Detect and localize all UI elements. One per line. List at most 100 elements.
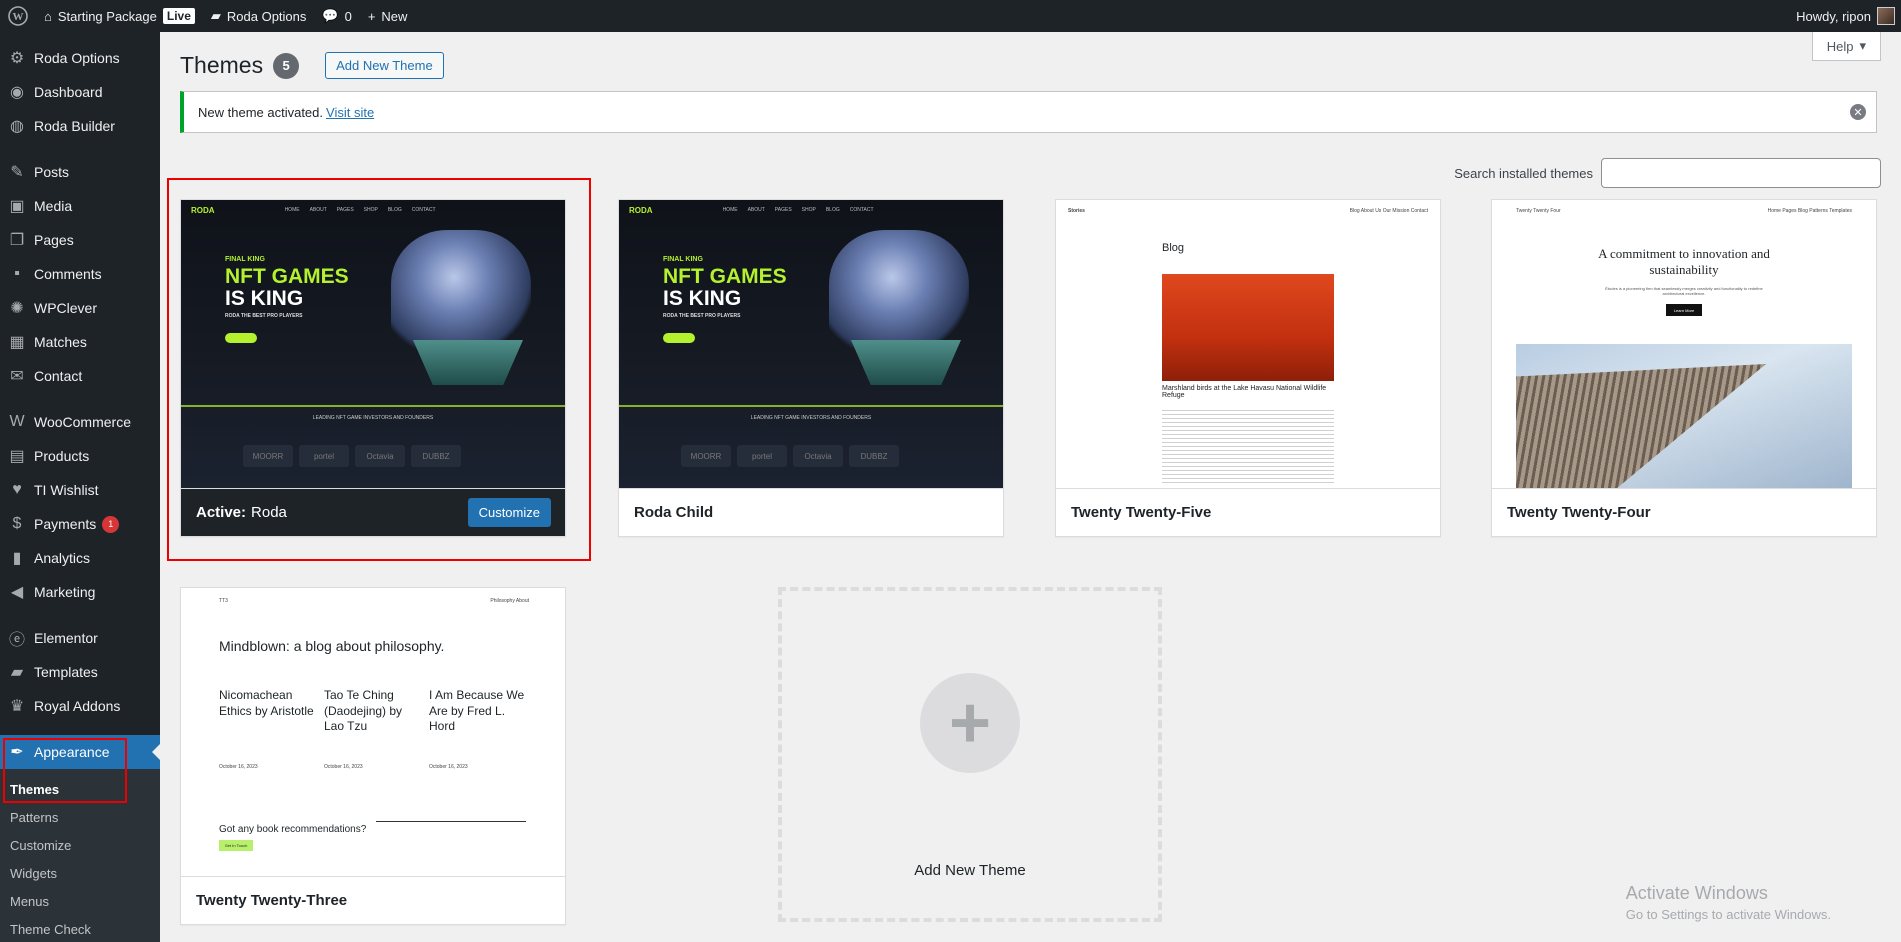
woocommerce-icon: W xyxy=(9,413,25,430)
sidebar-item-media[interactable]: ▣ Media xyxy=(0,189,160,223)
live-badge: Live xyxy=(162,8,195,24)
theme-card-roda-child[interactable]: RODA HOME ABOUT PAGES SHOP BLOG CONTACT … xyxy=(618,199,1004,537)
preview-post-title: Tao Te Ching (Daodejing) by Lao Tzu xyxy=(324,688,403,734)
submenu-widgets[interactable]: Widgets xyxy=(0,859,160,887)
sidebar-item-matches[interactable]: ▦ Matches xyxy=(0,325,160,359)
preview-divider xyxy=(619,405,1003,407)
preview-heading: Mindblown: a blog about philosophy. xyxy=(219,638,445,654)
help-tab-button[interactable]: Help ▾ xyxy=(1811,32,1881,61)
roda-options-link[interactable]: ▰ Roda Options xyxy=(203,0,315,32)
theme-name-bar: Twenty Twenty-Three xyxy=(181,876,565,924)
wpclever-icon: ✺ xyxy=(10,300,24,317)
sidebar-item-analytics[interactable]: ▮ Analytics xyxy=(0,541,160,575)
add-new-theme-button[interactable]: Add New Theme xyxy=(325,52,444,79)
search-input[interactable] xyxy=(1601,158,1881,188)
appearance-highlight-box xyxy=(3,738,127,803)
theme-name: Roda Child xyxy=(634,504,714,521)
sidebar-item-templates[interactable]: ▰ Templates xyxy=(0,655,160,689)
add-new-theme-card[interactable]: + Add New Theme xyxy=(778,587,1162,922)
main-content: Help ▾ Themes 5 Add New Theme New theme a… xyxy=(160,32,1901,942)
sidebar-item-comments[interactable]: ▪ Comments xyxy=(0,257,160,291)
theme-screenshot: RODA HOME ABOUT PAGES SHOP BLOG CONTACT … xyxy=(619,200,1003,489)
watermark-title: Activate Windows xyxy=(1625,883,1768,903)
preview-nav-item: HOME xyxy=(722,207,738,213)
preview-rule xyxy=(376,821,526,822)
sidebar-item-roda-options[interactable]: ⚙ Roda Options xyxy=(0,41,160,75)
comment-icon: ▪ xyxy=(14,265,20,282)
sidebar-item-products[interactable]: ▤ Products xyxy=(0,439,160,473)
dashboard-icon: ◉ xyxy=(10,84,24,101)
theme-card-twenty-twenty-five[interactable]: Stories Blog About Us Our Mission Contac… xyxy=(1055,199,1441,537)
theme-name: Twenty Twenty-Five xyxy=(1071,504,1212,521)
preview-heading-2: IS KING xyxy=(663,287,742,310)
sidebar-item-label: Dashboard xyxy=(34,84,103,100)
theme-name-bar: Twenty Twenty-Five xyxy=(1056,488,1440,536)
new-label: New xyxy=(381,8,408,24)
preview-nav-item: SHOP xyxy=(801,207,816,213)
megaphone-icon: ◀ xyxy=(10,584,24,601)
plus-icon: + xyxy=(920,673,1020,773)
comments-link[interactable]: 💬 0 xyxy=(314,0,359,32)
preview-button xyxy=(663,333,695,343)
folder-icon: ▰ xyxy=(10,664,24,681)
plus-icon: + xyxy=(367,8,376,24)
sidebar-item-pages[interactable]: ❐ Pages xyxy=(0,223,160,257)
sidebar-item-payments[interactable]: $ Payments 1 xyxy=(0,507,160,541)
preview-button: Get In Touch xyxy=(219,840,253,851)
submenu-patterns[interactable]: Patterns xyxy=(0,803,160,831)
sidebar-item-royal-addons[interactable]: ♛ Royal Addons xyxy=(0,689,160,723)
sidebar-item-roda-builder[interactable]: ◍ Roda Builder xyxy=(0,109,160,143)
avatar xyxy=(1877,7,1895,25)
preview-logo: RODA xyxy=(629,205,653,215)
preview-partner-logo: MOORR xyxy=(681,445,731,467)
preview-heading-1: NFT GAMES xyxy=(663,265,787,288)
sidebar-item-label: Comments xyxy=(34,266,102,282)
preview-post-date: October 16, 2023 xyxy=(429,764,468,770)
add-new-theme-label: Add New Theme xyxy=(914,862,1026,879)
sidebar-item-woocommerce[interactable]: W WooCommerce xyxy=(0,405,160,439)
site-name-link[interactable]: ⌂ Starting Package Live xyxy=(36,0,203,32)
theme-screenshot: TT3 Philosophy About Mindblown: a blog a… xyxy=(181,588,565,877)
watermark-subtitle: Go to Settings to activate Windows. xyxy=(1625,907,1831,922)
sidebar-item-ti-wishlist[interactable]: ♥ TI Wishlist xyxy=(0,473,160,507)
sidebar-item-posts[interactable]: ✎ Posts xyxy=(0,155,160,189)
sidebar-item-dashboard[interactable]: ◉ Dashboard xyxy=(0,75,160,109)
calendar-icon: ▦ xyxy=(9,334,25,351)
sidebar-item-label: Contact xyxy=(34,368,83,384)
new-content-link[interactable]: + New xyxy=(360,0,416,32)
submenu-theme-check[interactable]: Theme Check xyxy=(0,915,160,942)
preview-post-date: October 16, 2023 xyxy=(324,764,363,770)
sidebar-item-contact[interactable]: ✉ Contact xyxy=(0,359,160,393)
sidebar-item-marketing[interactable]: ◀ Marketing xyxy=(0,575,160,609)
preview-post-title: I Am Because We Are by Fred L. Hord xyxy=(429,688,525,734)
preview-partner-logo: Octavia xyxy=(793,445,843,467)
visit-site-link[interactable]: Visit site xyxy=(326,105,374,120)
admin-bar: W ⌂ Starting Package Live ▰ Roda Options… xyxy=(0,0,1901,32)
gear-icon: ⚙ xyxy=(9,50,25,67)
chevron-down-icon: ▾ xyxy=(1859,38,1866,53)
theme-name: Twenty Twenty-Three xyxy=(196,892,348,909)
sidebar-item-elementor[interactable]: ⓔ Elementor xyxy=(0,621,160,655)
analytics-icon: ▮ xyxy=(12,550,22,567)
preview-building xyxy=(1516,364,1766,489)
comment-icon: 💬 xyxy=(322,8,339,23)
preview-partner-logos: MOORR portel Octavia DUBBZ xyxy=(681,445,899,467)
dismiss-notice-icon[interactable]: ✕ xyxy=(1850,104,1866,120)
wordpress-logo-icon[interactable]: W xyxy=(0,0,36,32)
theme-card-twenty-twenty-four[interactable]: Twenty Twenty Four Home Pages Blog Patte… xyxy=(1491,199,1877,537)
submenu-menus[interactable]: Menus xyxy=(0,887,160,915)
preview-nav-item: CONTACT xyxy=(849,207,874,213)
theme-card-twenty-twenty-three[interactable]: TT3 Philosophy About Mindblown: a blog a… xyxy=(180,587,566,925)
sidebar-item-label: Media xyxy=(34,198,73,214)
preview-site-title: Stories xyxy=(1068,208,1085,214)
submenu-customize[interactable]: Customize xyxy=(0,831,160,859)
theme-search: Search installed themes xyxy=(1454,158,1881,188)
preview-image xyxy=(1162,274,1334,381)
sidebar-item-wpclever[interactable]: ✺ WPClever xyxy=(0,291,160,325)
theme-name: Twenty Twenty-Four xyxy=(1507,504,1651,521)
preview-partner-logo: portel xyxy=(737,445,787,467)
my-account-link[interactable]: Howdy, ripon xyxy=(1788,0,1901,32)
preview-cta: Got any book recommendations? xyxy=(219,824,367,835)
search-label: Search installed themes xyxy=(1454,165,1593,181)
elementor-icon: ⓔ xyxy=(8,632,25,649)
